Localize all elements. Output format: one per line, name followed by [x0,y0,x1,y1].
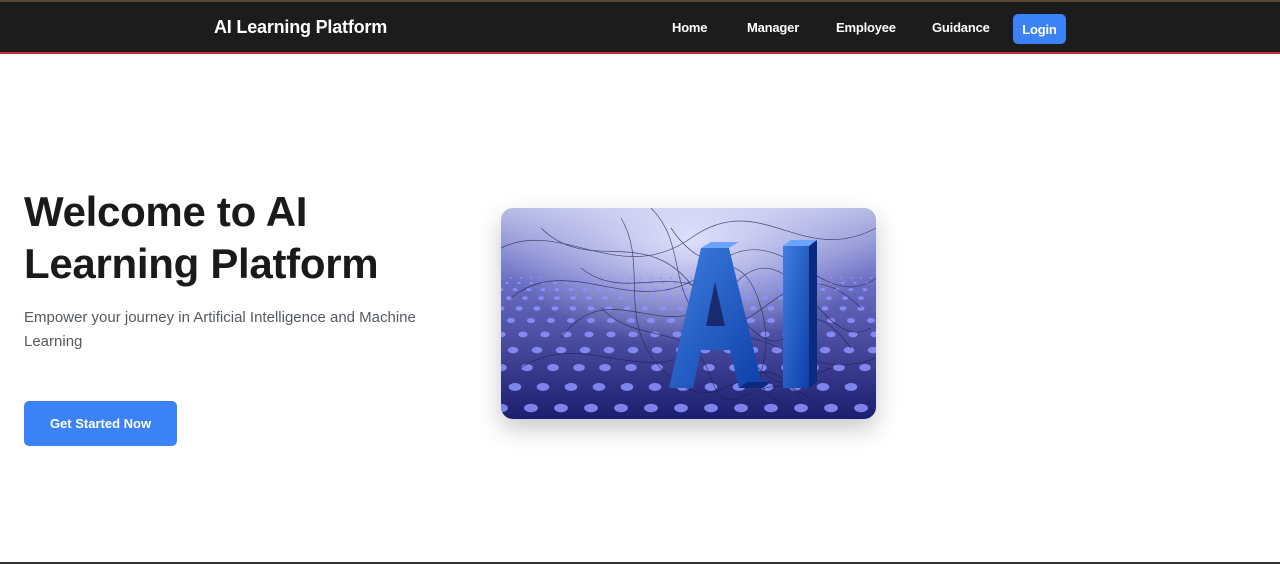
hero-image [501,208,876,419]
ai-illustration [501,208,876,419]
top-navbar: AI Learning Platform Home Manager Employ… [0,0,1280,54]
brand-title[interactable]: AI Learning Platform [214,17,387,38]
hero-subtitle: Empower your journey in Artificial Intel… [24,309,416,350]
nav-link-employee[interactable]: Employee [836,20,896,35]
nav-link-home[interactable]: Home [672,20,708,35]
page: AI Learning Platform Home Manager Employ… [0,0,1280,564]
nav-link-guidance[interactable]: Guidance [932,20,990,35]
login-button[interactable]: Login [1013,14,1066,44]
nav-link-manager[interactable]: Manager [747,20,799,35]
get-started-button[interactable]: Get Started Now [24,401,177,446]
hero-title: Welcome to AI Learning Platform [24,188,379,287]
